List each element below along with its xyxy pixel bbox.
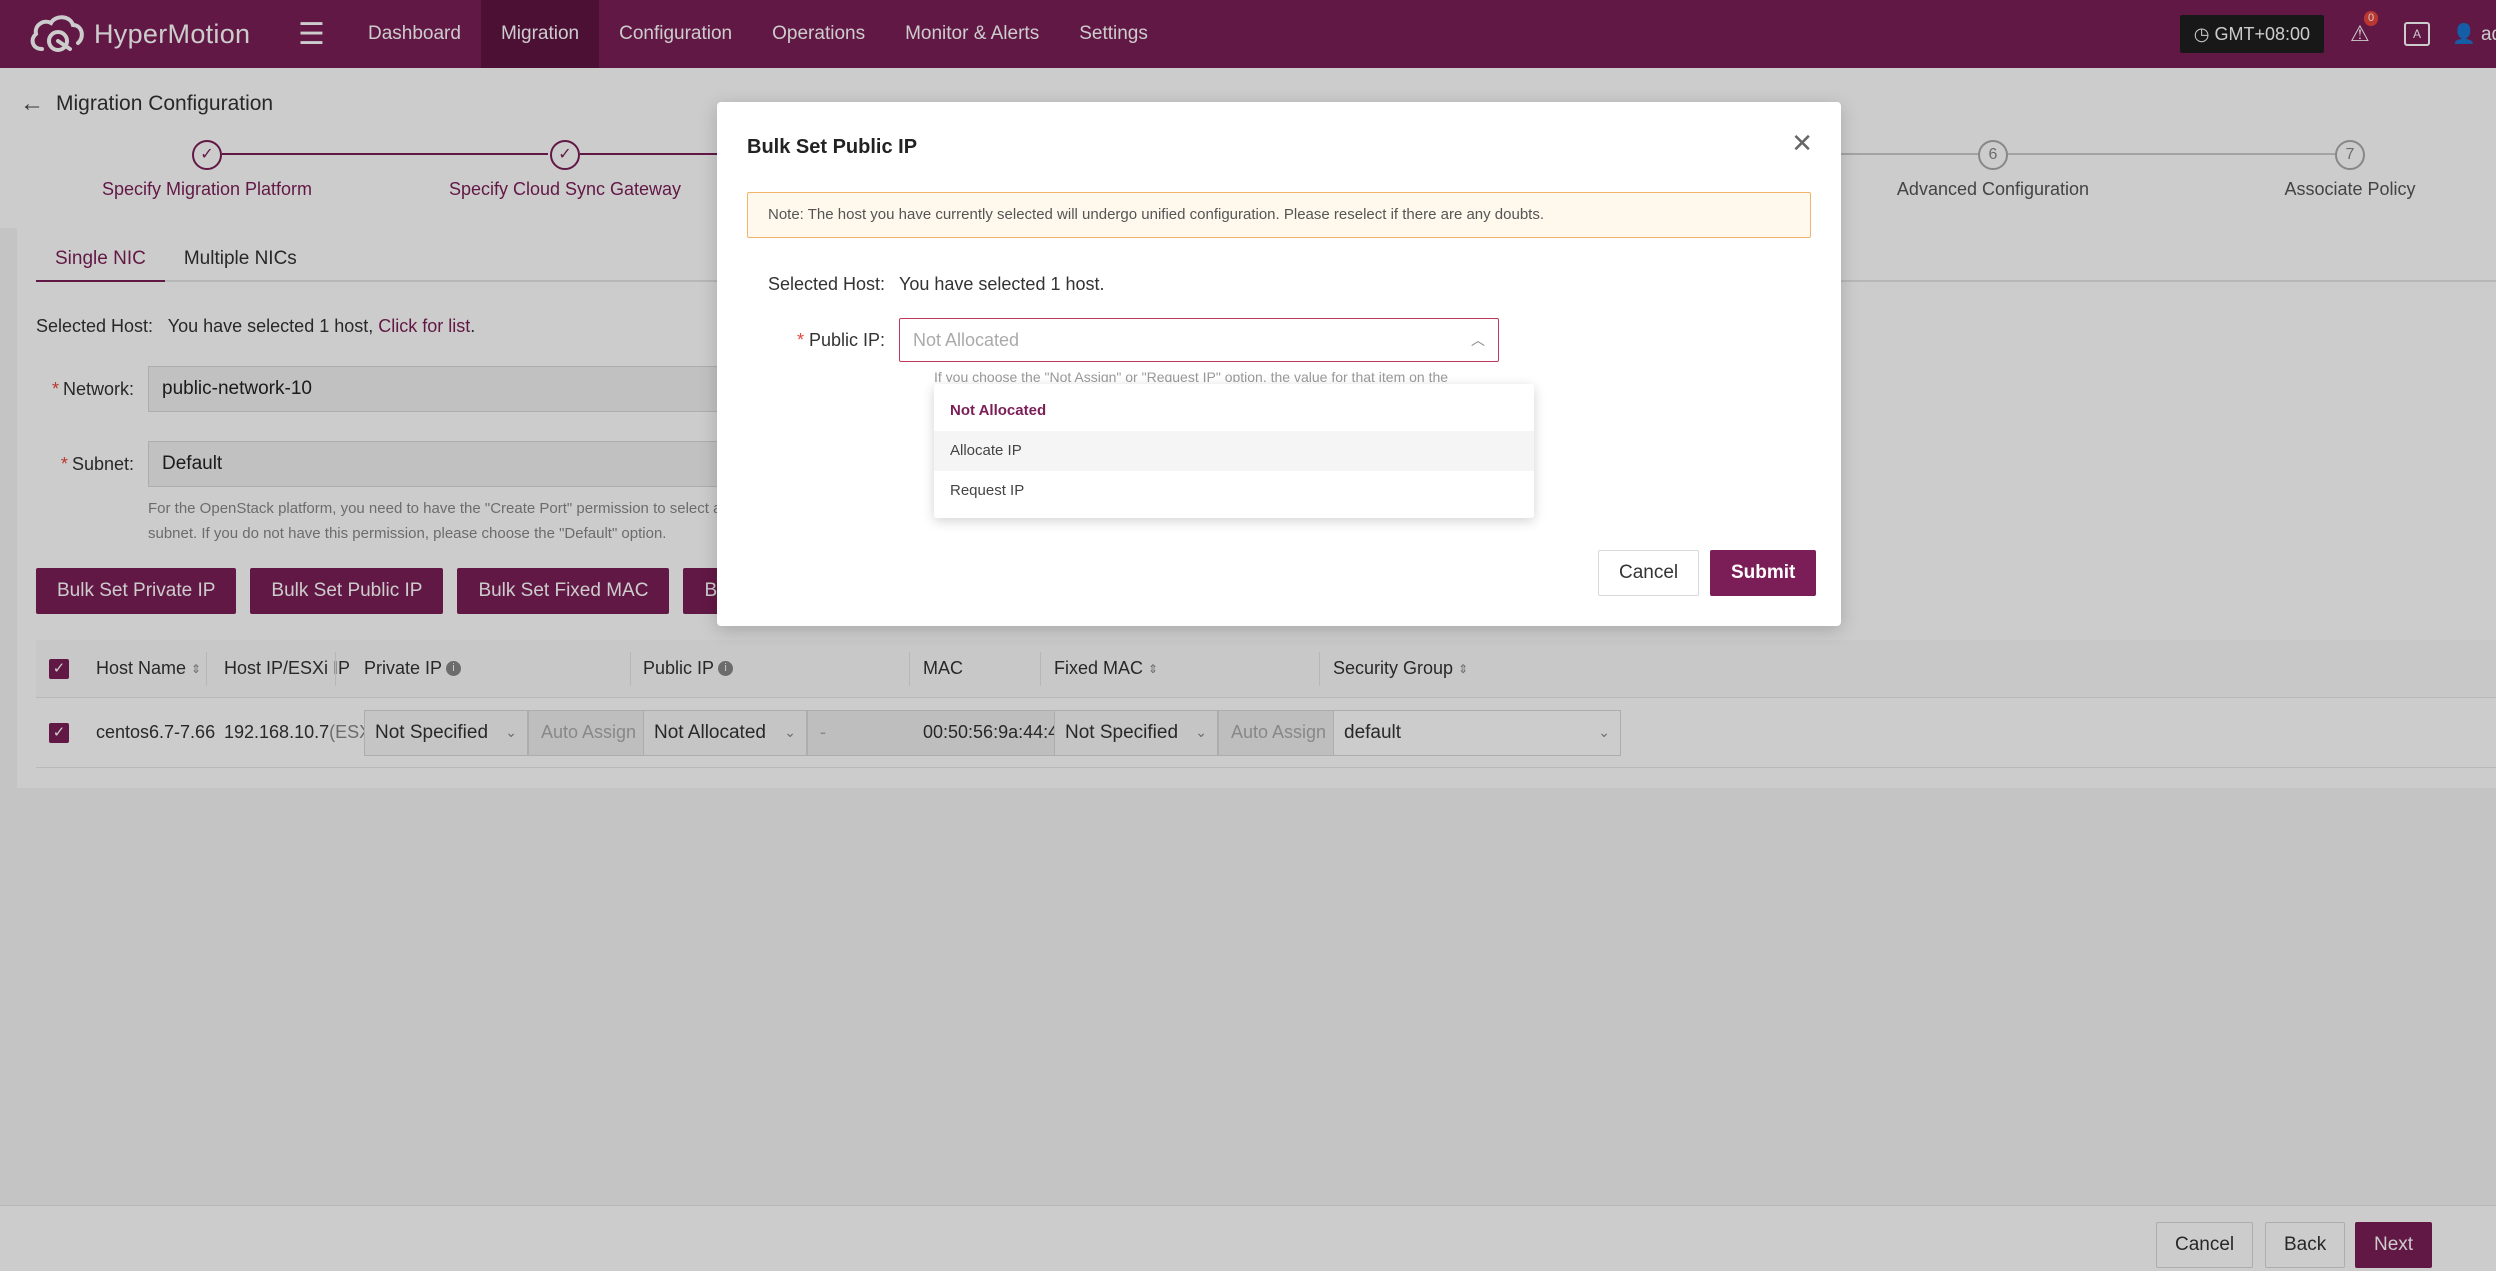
close-icon[interactable]: ✕ [1791,128,1813,159]
public-ip-hint: If you choose the "Not Assign" or "Reque… [934,372,1449,382]
option-request-ip[interactable]: Request IP [934,471,1534,511]
dialog-selected-host-label: Selected Host: [767,274,885,294]
option-not-allocated[interactable]: Not Allocated [934,391,1534,431]
dialog-selected-host-value: You have selected 1 host. [899,274,1105,294]
option-allocate-ip[interactable]: Allocate IP [934,431,1534,471]
dialog-title: Bulk Set Public IP [747,136,918,158]
note-banner: Note: The host you have currently select… [747,192,1811,238]
public-ip-select[interactable]: Not Allocated ︿ [899,318,1499,362]
chevron-up-icon: ︿ [1471,332,1485,348]
public-ip-placeholder: Not Allocated [913,329,1020,350]
dialog-cancel-button[interactable]: Cancel [1598,550,1700,596]
public-ip-dropdown: Not Allocated Allocate IP Request IP [934,384,1534,518]
dialog-submit-button[interactable]: Submit [1710,550,1817,596]
dialog-public-ip-row: * Public IP: Not Allocated ︿ [717,318,1499,362]
dialog-selected-host-row: Selected Host: You have selected 1 host. [717,274,1105,295]
dialog-public-ip-label: * Public IP: [796,329,885,350]
bulk-set-public-ip-dialog: Bulk Set Public IP ✕ Note: The host you … [717,102,1841,626]
